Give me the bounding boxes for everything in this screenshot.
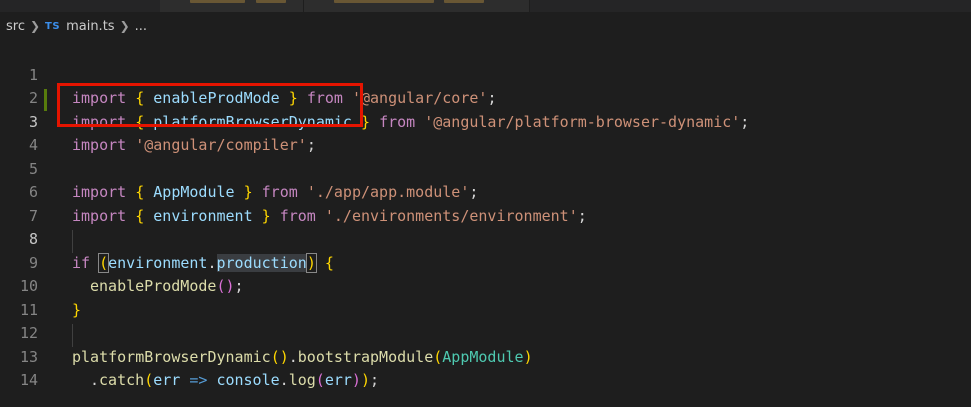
editor-tab[interactable]: [160, 0, 304, 12]
token: ): [360, 371, 370, 389]
token: (: [315, 371, 325, 389]
token: ;: [369, 371, 379, 389]
editor-tab[interactable]: [304, 0, 530, 12]
token: catch: [99, 371, 145, 389]
token: ): [351, 371, 361, 389]
token: err: [324, 371, 352, 389]
tab-bar: [0, 0, 971, 12]
code-line[interactable]: 6 import { environment } from './environ…: [0, 158, 971, 225]
code-line[interactable]: 7: [0, 181, 971, 225]
chevron-right-icon: ❯: [29, 19, 41, 33]
code-text: .catch(err => console.log(err));: [90, 369, 379, 393]
code-line[interactable]: 14: [0, 346, 971, 389]
token: .: [90, 371, 100, 389]
breadcrumb-folder[interactable]: src: [6, 19, 25, 34]
code-editor[interactable]: 1 import { enableProdMode } from '@angul…: [0, 40, 971, 407]
code-line[interactable]: 13 .catch(err => console.log(err));: [0, 322, 971, 390]
code-line[interactable]: 5 import { AppModule } from './app/app.m…: [0, 134, 971, 202]
token: .: [279, 371, 289, 389]
breadcrumb: src ❯ TS main.ts ❯ ...: [0, 12, 971, 40]
chevron-right-icon: ❯: [119, 19, 130, 33]
token: =>: [189, 371, 208, 389]
typescript-file-icon: TS: [45, 20, 61, 32]
breadcrumb-more[interactable]: ...: [135, 19, 147, 34]
code-line[interactable]: 10 }: [0, 252, 971, 319]
tab-label-fragment: [444, 0, 484, 3]
code-line[interactable]: 1 import { enableProdMode } from '@angul…: [0, 40, 971, 108]
tab-label-fragment: [334, 0, 434, 3]
token: console: [216, 371, 280, 389]
code-line[interactable]: 8 if (environment.production) {: [0, 205, 971, 273]
tab-label-fragment: [190, 0, 245, 3]
code-line[interactable]: 9 enableProdMode();: [0, 228, 971, 296]
highlight-box: [57, 83, 363, 127]
token: err: [153, 371, 181, 389]
code-line[interactable]: 12 platformBrowserDynamic().bootstrapMod…: [0, 299, 971, 366]
breadcrumb-file[interactable]: main.ts: [66, 19, 114, 34]
token: (: [144, 371, 154, 389]
token: log: [288, 371, 316, 389]
line-number: 14: [19, 371, 38, 389]
code-line[interactable]: 11: [0, 275, 971, 319]
tab-label-fragment: [256, 0, 286, 3]
